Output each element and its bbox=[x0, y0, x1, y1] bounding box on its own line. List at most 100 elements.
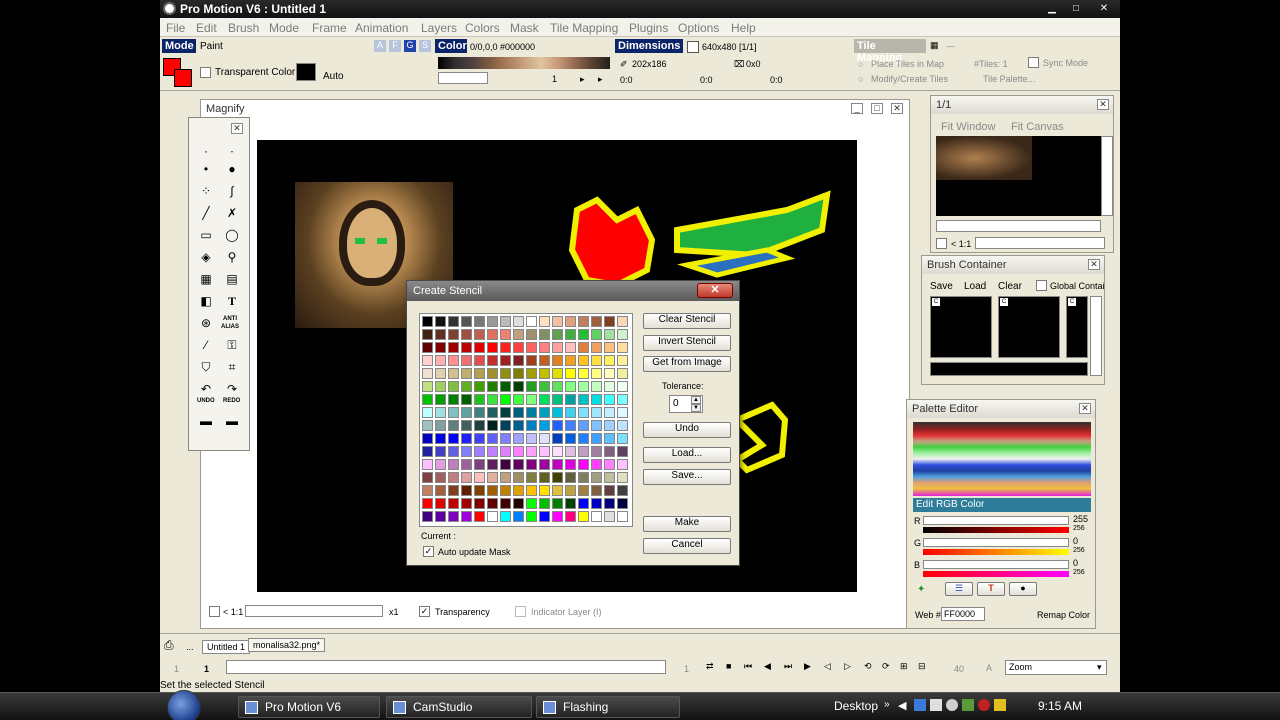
stencil-color-cell[interactable] bbox=[565, 420, 576, 431]
stencil-color-cell[interactable] bbox=[513, 407, 524, 418]
stencil-color-cell[interactable] bbox=[448, 459, 459, 470]
rectangle-icon[interactable]: ▭ bbox=[195, 224, 217, 246]
stencil-color-cell[interactable] bbox=[617, 446, 628, 457]
stencil-color-cell[interactable] bbox=[448, 511, 459, 522]
task-camstudio[interactable]: CamStudio bbox=[386, 696, 532, 718]
swirl-icon[interactable]: ⊛ bbox=[195, 312, 217, 334]
stencil-color-cell[interactable] bbox=[565, 472, 576, 483]
palette-scrollbar[interactable] bbox=[438, 72, 488, 84]
stencil-color-cell[interactable] bbox=[422, 485, 433, 496]
stencil-color-cell[interactable] bbox=[604, 407, 615, 418]
step-forward-icon[interactable]: ▶ bbox=[804, 661, 811, 672]
stencil-color-cell[interactable] bbox=[513, 316, 524, 327]
stencil-color-grid[interactable] bbox=[419, 313, 633, 527]
stencil-color-cell[interactable] bbox=[461, 459, 472, 470]
stencil-color-cell[interactable] bbox=[474, 420, 485, 431]
stencil-color-cell[interactable] bbox=[526, 433, 537, 444]
stencil-color-cell[interactable] bbox=[604, 459, 615, 470]
color-picker-icon[interactable]: ✦ bbox=[917, 584, 925, 595]
stencil-color-cell[interactable] bbox=[526, 342, 537, 353]
line-icon[interactable]: ╱ bbox=[195, 202, 217, 224]
brush-container-close-button[interactable]: ✕ bbox=[1088, 259, 1100, 270]
stencil-color-cell[interactable] bbox=[526, 485, 537, 496]
tab-untitled-1[interactable]: Untitled 1 bbox=[202, 640, 251, 654]
magnify-ratio-checkbox[interactable] bbox=[209, 606, 220, 617]
preview-zoom-slider[interactable] bbox=[975, 237, 1105, 249]
stencil-color-cell[interactable] bbox=[565, 459, 576, 470]
stencil-color-cell[interactable] bbox=[552, 368, 563, 379]
get-from-image-button[interactable]: Get from Image bbox=[643, 356, 731, 372]
stencil-color-cell[interactable] bbox=[422, 316, 433, 327]
stencil-color-cell[interactable] bbox=[513, 433, 524, 444]
stencil-color-cell[interactable] bbox=[448, 498, 459, 509]
stencil-color-cell[interactable] bbox=[487, 420, 498, 431]
brush-clear-button[interactable]: Clear bbox=[998, 281, 1022, 292]
stencil-color-cell[interactable] bbox=[617, 511, 628, 522]
stencil-color-cell[interactable] bbox=[461, 407, 472, 418]
stencil-color-cell[interactable] bbox=[448, 485, 459, 496]
stencil-color-cell[interactable] bbox=[448, 446, 459, 457]
tray-arrow-icon[interactable]: ◀ bbox=[898, 699, 906, 712]
stencil-color-cell[interactable] bbox=[526, 368, 537, 379]
stencil-color-cell[interactable] bbox=[565, 329, 576, 340]
menu-layers[interactable]: Layers bbox=[421, 21, 457, 35]
restore-icon[interactable]: ▬ bbox=[221, 410, 243, 432]
stencil-color-cell[interactable] bbox=[526, 407, 537, 418]
fast-forward-icon[interactable]: ⏭ bbox=[784, 661, 792, 672]
preview-canvas[interactable] bbox=[936, 136, 1101, 216]
transparency-checkbox[interactable]: ✓ bbox=[419, 606, 430, 617]
stencil-color-cell[interactable] bbox=[461, 329, 472, 340]
stencil-color-cell[interactable] bbox=[591, 433, 602, 444]
stencil-color-cell[interactable] bbox=[487, 498, 498, 509]
stencil-color-cell[interactable] bbox=[461, 511, 472, 522]
stencil-color-cell[interactable] bbox=[617, 420, 628, 431]
auto-update-mask-checkbox[interactable]: ✓ bbox=[423, 546, 434, 557]
g-slider[interactable] bbox=[923, 538, 1069, 547]
stencil-color-cell[interactable] bbox=[513, 498, 524, 509]
stencil-color-cell[interactable] bbox=[448, 394, 459, 405]
tray-settings-icon[interactable] bbox=[946, 699, 958, 711]
transparent-color-checkbox[interactable] bbox=[200, 67, 211, 78]
menu-brush[interactable]: Brush bbox=[228, 21, 259, 35]
stencil-color-cell[interactable] bbox=[435, 446, 446, 457]
stencil-color-cell[interactable] bbox=[565, 394, 576, 405]
stencil-color-cell[interactable] bbox=[474, 485, 485, 496]
stencil-color-cell[interactable] bbox=[500, 316, 511, 327]
menu-colors[interactable]: Colors bbox=[465, 21, 500, 35]
stencil-color-cell[interactable] bbox=[578, 329, 589, 340]
stencil-color-cell[interactable] bbox=[526, 498, 537, 509]
stencil-color-cell[interactable] bbox=[487, 342, 498, 353]
b-slider[interactable] bbox=[923, 560, 1069, 569]
stencil-color-cell[interactable] bbox=[487, 368, 498, 379]
stencil-color-cell[interactable] bbox=[435, 316, 446, 327]
printer-icon[interactable]: ⎙ bbox=[164, 638, 174, 653]
stencil-color-cell[interactable] bbox=[513, 394, 524, 405]
stencil-color-cell[interactable] bbox=[435, 433, 446, 444]
stencil-color-cell[interactable] bbox=[487, 394, 498, 405]
mode-letter-g[interactable]: G bbox=[404, 40, 416, 52]
stencil-color-cell[interactable] bbox=[578, 485, 589, 496]
indicator-layer-checkbox[interactable] bbox=[515, 606, 526, 617]
stencil-color-cell[interactable] bbox=[591, 472, 602, 483]
brush-slot-1[interactable]: C bbox=[930, 296, 992, 358]
stencil-color-cell[interactable] bbox=[591, 355, 602, 366]
stencil-color-cell[interactable] bbox=[526, 446, 537, 457]
text-tool-icon[interactable]: T bbox=[221, 290, 243, 312]
tile-palette-button[interactable]: Tile Palette... bbox=[983, 74, 1035, 84]
stencil-color-cell[interactable] bbox=[591, 316, 602, 327]
stencil-color-cell[interactable] bbox=[487, 511, 498, 522]
stencil-color-cell[interactable] bbox=[513, 381, 524, 392]
stencil-color-cell[interactable] bbox=[526, 511, 537, 522]
frame-loop2-icon[interactable]: ⟳ bbox=[882, 661, 890, 672]
stencil-color-cell[interactable] bbox=[604, 511, 615, 522]
stencil-color-cell[interactable] bbox=[539, 407, 550, 418]
stencil-color-cell[interactable] bbox=[500, 381, 511, 392]
stencil-color-cell[interactable] bbox=[461, 433, 472, 444]
stencil-color-cell[interactable] bbox=[617, 329, 628, 340]
taskbar-clock[interactable]: 9:15 AM bbox=[1038, 699, 1082, 713]
stencil-color-cell[interactable] bbox=[552, 381, 563, 392]
color-palette-strip[interactable] bbox=[438, 57, 610, 69]
stencil-color-cell[interactable] bbox=[461, 368, 472, 379]
stencil-color-cell[interactable] bbox=[487, 459, 498, 470]
menu-mask[interactable]: Mask bbox=[510, 21, 539, 35]
